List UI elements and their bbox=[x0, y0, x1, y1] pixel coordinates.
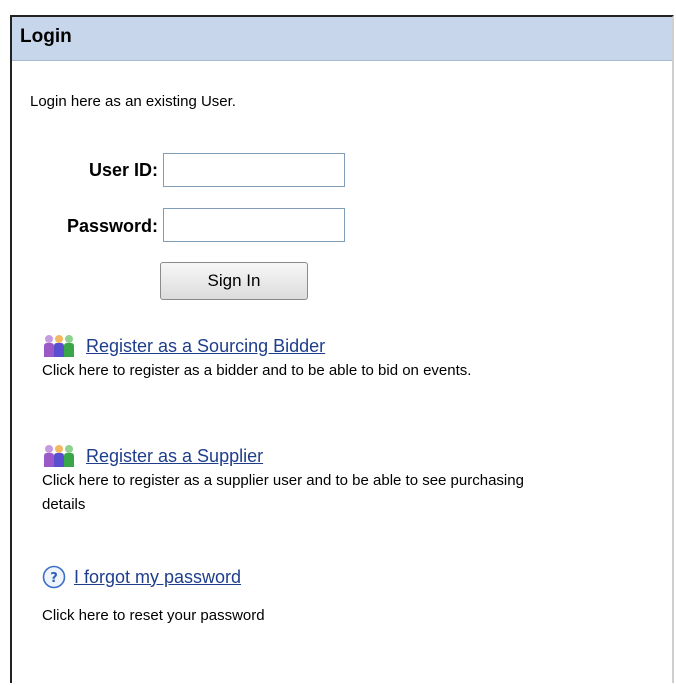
password-label: Password: bbox=[66, 216, 158, 236]
register-bidder-row: Register as a Sourcing Bidder bbox=[42, 333, 325, 359]
people-icon bbox=[44, 335, 74, 357]
forgot-password-description: Click here to reset your password bbox=[42, 607, 265, 624]
user-id-input[interactable] bbox=[163, 153, 345, 187]
people-icon bbox=[44, 445, 74, 467]
sign-in-button[interactable]: Sign In bbox=[160, 262, 308, 300]
panel-header: Login bbox=[12, 17, 672, 61]
register-supplier-row: Register as a Supplier bbox=[42, 443, 263, 469]
intro-text: Login here as an existing User. bbox=[30, 93, 236, 110]
register-bidder-description: Click here to register as a bidder and t… bbox=[42, 362, 472, 379]
svg-text:?: ? bbox=[50, 571, 58, 586]
register-bidder-link[interactable]: Register as a Sourcing Bidder bbox=[86, 336, 325, 357]
forgot-password-link[interactable]: I forgot my password bbox=[74, 567, 241, 588]
user-id-label: User ID: bbox=[88, 160, 158, 180]
register-supplier-description: Click here to register as a supplier use… bbox=[42, 472, 524, 513]
panel-title: Login bbox=[20, 26, 72, 47]
register-supplier-link[interactable]: Register as a Supplier bbox=[86, 446, 263, 467]
password-input[interactable] bbox=[163, 208, 345, 242]
forgot-password-row: ? I forgot my password bbox=[42, 565, 241, 589]
login-panel: Login Login here as an existing User. Us… bbox=[10, 15, 674, 683]
help-icon: ? bbox=[42, 565, 66, 589]
